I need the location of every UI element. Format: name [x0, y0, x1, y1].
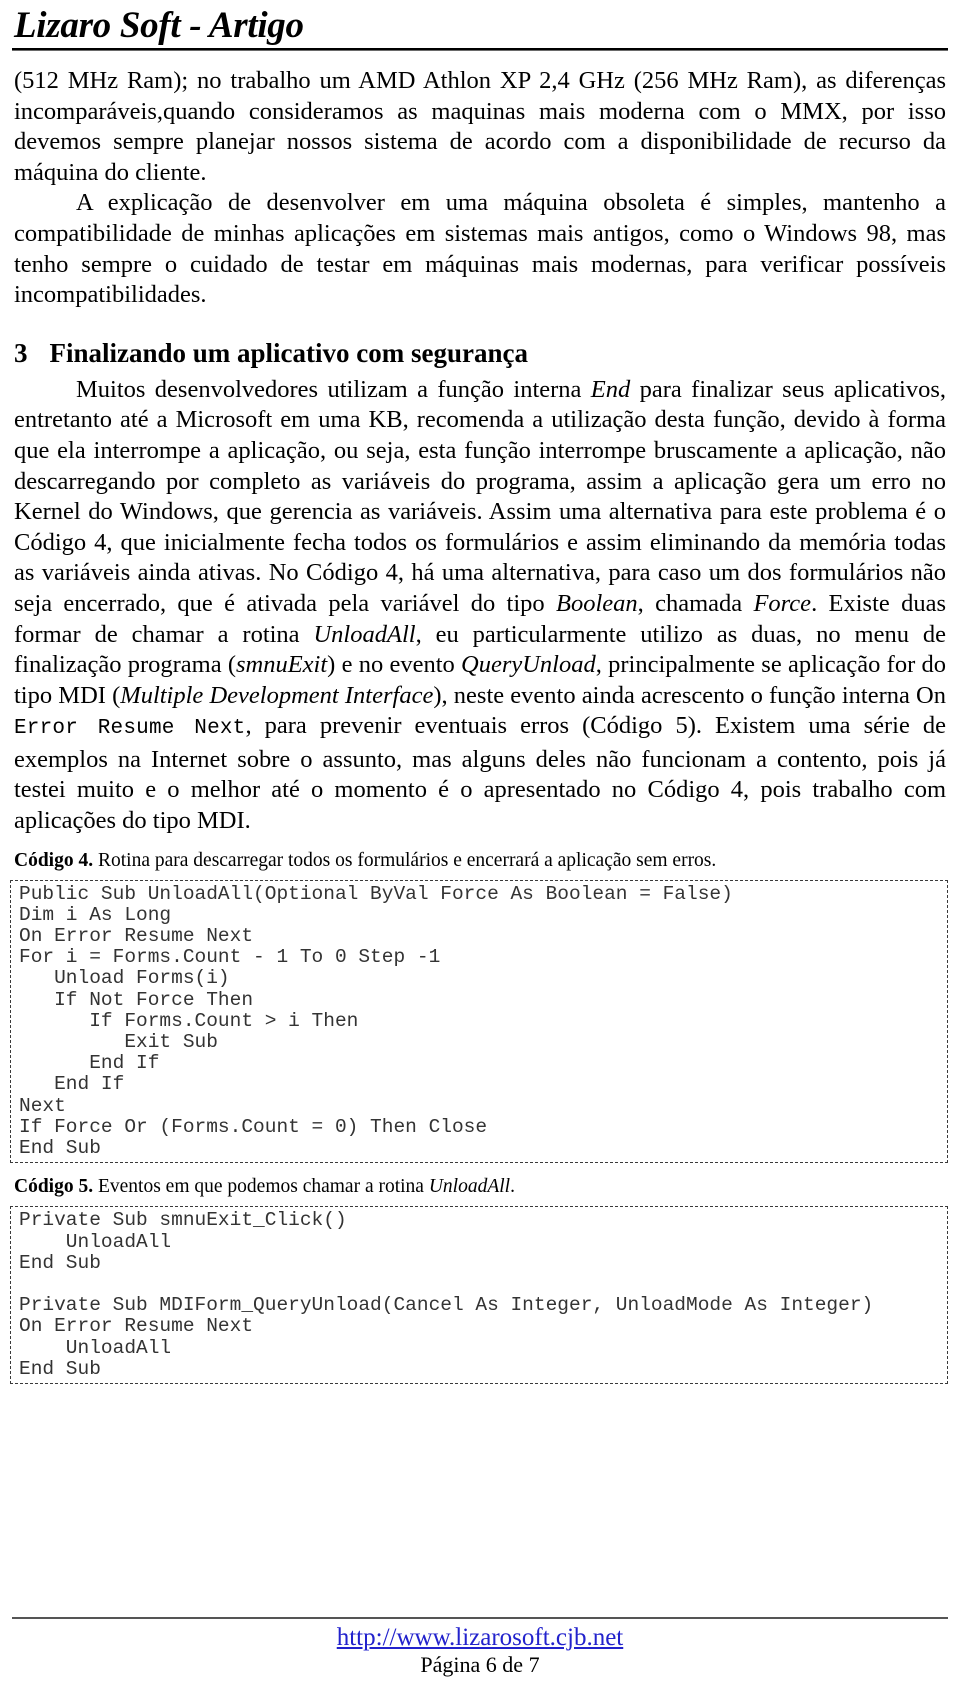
codigo4-caption-text: Rotina para descarregar todos os formulá…: [93, 849, 717, 871]
para3-italic-boolean: Boolean: [555, 589, 638, 617]
header-divider: [12, 48, 948, 51]
para3-seg1: Muitos desenvolvedores utilizam a função…: [76, 375, 591, 403]
document-title: Lizaro Soft - Artigo: [14, 5, 304, 46]
document-header: Lizaro Soft - Artigo: [12, 4, 948, 52]
codigo5-caption-italic: UnloadAll: [428, 1176, 511, 1198]
paragraph-end-function: Muitos desenvolvedores utilizam a função…: [12, 375, 948, 837]
codigo5-caption-text-2: .: [510, 1176, 515, 1198]
document-page: Lizaro Soft - Artigo (512 MHz Ram); no t…: [0, 0, 960, 1684]
section-number: 3: [14, 337, 28, 368]
para3-italic-force: Force: [753, 589, 812, 617]
para3-seg3: , chamada: [637, 589, 754, 617]
para3-seg8: ), neste evento ainda acrescento o funçã…: [433, 681, 946, 709]
codigo5-code-block: Private Sub smnuExit_Click() UnloadAll E…: [10, 1206, 948, 1384]
para3-italic-smnuexit: smnuExit: [235, 651, 328, 679]
footer-website-link[interactable]: http://www.lizarosoft.cjb.net: [337, 1623, 624, 1653]
codigo5-caption-text-1: Eventos em que podemos chamar a rotina: [93, 1176, 429, 1198]
footer-page-number: Página 6 de 7: [420, 1652, 540, 1677]
codigo4-caption: Código 4. Rotina para descarregar todos …: [12, 837, 948, 880]
para3-italic-end: End: [590, 375, 631, 403]
section-title: Finalizando um aplicativo com segurança: [49, 337, 529, 368]
codigo4-caption-label: Código 4.: [14, 849, 94, 871]
footer-divider: [12, 1617, 948, 1619]
para3-italic-unloadall: UnloadAll: [313, 620, 416, 648]
paragraph-continuation: (512 MHz Ram); no trabalho um AMD Athlon…: [14, 67, 946, 186]
codigo5-caption-label: Código 5.: [14, 1176, 94, 1198]
section-heading: 3 Finalizando um aplicativo com seguranç…: [12, 311, 948, 375]
para3-mono-error-resume-next: Error Resume Next: [14, 717, 246, 741]
para3-seg6: ) e no evento: [327, 651, 461, 679]
para3-italic-queryunload: QueryUnload: [461, 651, 596, 679]
para3-italic-mdi: Multiple Development Interface: [120, 681, 434, 709]
header-spacer: [12, 52, 948, 66]
para3-seg2: para finalizar seus aplicativos, entreta…: [14, 375, 946, 617]
document-footer: http://www.lizarosoft.cjb.net Página 6 d…: [12, 1617, 948, 1678]
paragraph-obsolete-machine: A explicação de desenvolver em uma máqui…: [14, 189, 946, 309]
codigo5-caption: Código 5. Eventos em que podemos chamar …: [12, 1163, 948, 1206]
codigo4-code-block: Public Sub UnloadAll(Optional ByVal Forc…: [10, 879, 948, 1164]
